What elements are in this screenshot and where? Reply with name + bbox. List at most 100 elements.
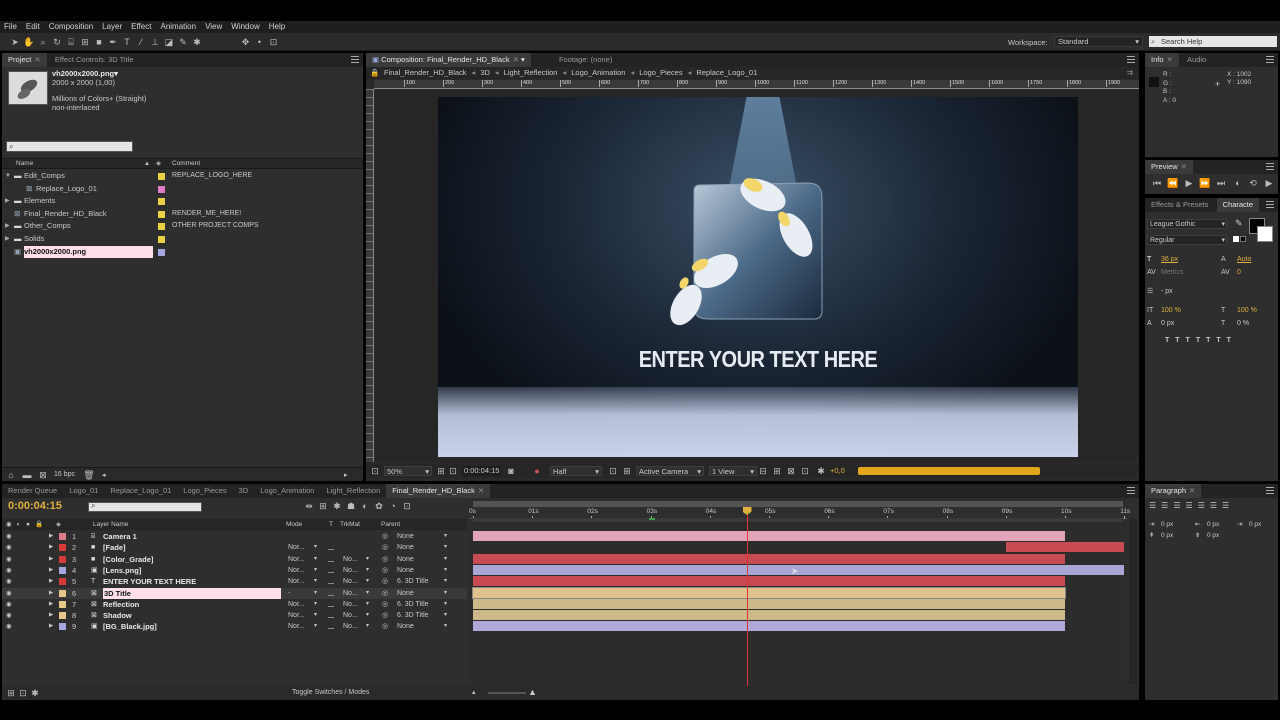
show-channel-icon[interactable]: ● [530, 465, 544, 477]
col-layer-name[interactable]: Layer Name [93, 519, 128, 530]
trkmat-dropdown[interactable]: No... [343, 576, 358, 587]
parent-dropdown[interactable]: None [397, 588, 449, 599]
eyedropper-icon[interactable]: ✎ [1235, 218, 1243, 229]
layer-name[interactable]: Reflection [103, 599, 139, 610]
audio-col-icon[interactable]: ◖ [16, 519, 20, 530]
tab-character[interactable]: Characte [1216, 198, 1260, 212]
disclosure-triangle-icon[interactable]: ▶ [5, 233, 10, 246]
close-icon[interactable]: ✕ [1181, 162, 1187, 171]
puppet-tool-icon[interactable]: ✱ [190, 36, 204, 48]
last-frame-icon[interactable]: ⏭ [1213, 177, 1229, 189]
layer-duration-bar[interactable] [473, 598, 1065, 609]
alignment-buttons[interactable]: ☰☰☰☰☰☰☰ [1149, 501, 1234, 510]
font-family-dropdown[interactable]: League Gothic ▾ [1147, 219, 1227, 229]
close-icon[interactable]: ✕ [478, 486, 484, 495]
vertical-scale-value[interactable]: 100 % [1161, 305, 1181, 318]
chevron-down-icon[interactable]: ▾ [444, 621, 447, 632]
exposure-value[interactable]: +0,0 [830, 464, 845, 478]
disclosure-triangle-icon[interactable]: ▼ [5, 170, 11, 183]
zoom-dropdown[interactable]: 50% ▾ [384, 466, 432, 476]
tab-project[interactable]: Project ✕ [2, 53, 47, 67]
preserve-transparency-box[interactable] [328, 571, 334, 573]
tab-light-reflection[interactable]: Light_Reflection [320, 484, 386, 498]
indent-first-value[interactable]: 0 px [1249, 519, 1261, 530]
tab-logo-animation[interactable]: Logo_Animation [254, 484, 320, 498]
interpret-footage-icon[interactable]: ⌂ [4, 469, 18, 481]
ram-preview-icon[interactable]: ▶ [1261, 177, 1277, 189]
playhead[interactable] [742, 507, 752, 686]
layer-row[interactable]: ◉ ▶ 1 ⌸ Camera 1 ◎ None ▾ [2, 531, 467, 542]
chevron-down-icon[interactable]: ▾ [314, 554, 317, 565]
toggle-switches-modes[interactable]: Toggle Switches / Modes [292, 689, 369, 696]
breadcrumb-item[interactable]: Final_Render_HD_Black [384, 68, 467, 77]
text-style-buttons[interactable]: TTTTTTT [1147, 335, 1277, 348]
flowchart-icon[interactable]: ⊡ [798, 465, 812, 477]
menu-edit[interactable]: Edit [26, 22, 40, 31]
scroll-right-icon[interactable]: ▸ [344, 471, 348, 479]
chevron-down-icon[interactable]: ▾ [314, 588, 317, 599]
fast-preview-icon[interactable]: ⊞ [770, 465, 784, 477]
chevron-down-icon[interactable]: ▾ [314, 576, 317, 587]
panel-menu-icon[interactable] [1266, 163, 1274, 170]
view-layout-dropdown[interactable]: 1 View ▾ [709, 466, 757, 476]
project-item[interactable]: ▼ ▬ Edit_Comps REPLACE_LOGO_HERE [2, 170, 363, 183]
label-color-swatch[interactable] [158, 198, 165, 206]
comp-mini-flowchart-icon[interactable]: ⇹ [302, 500, 316, 512]
loop-icon[interactable]: ⟲ [1245, 177, 1261, 189]
menu-help[interactable]: Help [269, 22, 285, 31]
chevron-down-icon[interactable]: ▾ [519, 55, 525, 64]
zoom-slider[interactable] [488, 692, 526, 694]
timeline-scrollbar[interactable] [1129, 518, 1137, 684]
shy-layers-icon[interactable]: ✱ [330, 500, 344, 512]
eye-icon[interactable]: ◉ [6, 576, 12, 587]
space-after-value[interactable]: 0 px [1207, 530, 1219, 541]
label-col-icon[interactable]: ◈ [56, 519, 61, 530]
auto-keyframe-icon[interactable]: ◔ [386, 500, 400, 512]
hand-tool-icon[interactable]: ✋ [22, 36, 36, 48]
panel-menu-icon[interactable] [1127, 56, 1135, 63]
pickwhip-icon[interactable]: ◎ [382, 576, 388, 587]
pickwhip-icon[interactable]: ◎ [382, 610, 388, 621]
disclosure-triangle-icon[interactable]: ▶ [49, 621, 53, 632]
layer-name[interactable]: [Color_Grade] [103, 554, 153, 565]
breadcrumb-item[interactable]: Logo_Pieces [639, 68, 682, 77]
resolution-dropdown[interactable]: Half ▾ [550, 466, 602, 476]
snapshot-icon[interactable]: ◙ [504, 465, 518, 477]
tab-logo-01[interactable]: Logo_01 [63, 484, 104, 498]
layer-name[interactable]: [Fade] [103, 542, 126, 553]
layer-duration-bar[interactable] [473, 621, 1065, 632]
parent-dropdown[interactable]: 6. 3D Title [397, 599, 449, 610]
preserve-transparency-box[interactable] [328, 549, 334, 551]
in-out-panes-icon[interactable]: ✱ [28, 687, 42, 699]
scroll-left-icon[interactable]: ◂ [102, 471, 106, 479]
black-swatch[interactable] [1240, 236, 1246, 242]
white-swatch[interactable] [1233, 236, 1239, 242]
chevron-down-icon[interactable]: ▾ [366, 599, 369, 610]
close-icon[interactable]: ✕ [1189, 486, 1195, 495]
eye-icon[interactable]: ◉ [6, 565, 12, 576]
breadcrumb-item[interactable]: Light_Reflection [504, 68, 558, 77]
tab-replace-logo-01[interactable]: Replace_Logo_01 [104, 484, 177, 498]
pan-behind-tool-icon[interactable]: ⊞ [78, 36, 92, 48]
layer-row[interactable]: ◉ ▶ 8 ⊠ Shadow Nor... ▾ No... ▾ ◎ 6. 3D Title ▾ [2, 610, 467, 621]
label-color-swatch[interactable] [59, 578, 66, 586]
layer-name[interactable]: [Lens.png] [103, 565, 141, 576]
preserve-transparency-box[interactable] [328, 628, 334, 630]
audio-icon[interactable]: ◖ [1229, 177, 1245, 189]
panel-menu-icon[interactable] [1127, 487, 1135, 494]
rotate-tool-icon[interactable]: ↻ [50, 36, 64, 48]
project-item[interactable]: ⊠ Replace_Logo_01 [2, 183, 363, 196]
exposure-reset-icon[interactable]: ✱ [814, 465, 828, 477]
selection-tool-icon[interactable]: ➤ [8, 36, 22, 48]
brush-tool-icon[interactable]: ⁄ [134, 36, 148, 48]
project-item[interactable]: ▶ ▬ Other_Comps OTHER PROJECT COMPS [2, 220, 363, 233]
usage-dropdown[interactable]: ▾ [114, 69, 118, 78]
frame-blending-icon[interactable]: ☗ [344, 500, 358, 512]
trkmat-dropdown[interactable]: No... [343, 588, 358, 599]
panel-menu-icon[interactable] [351, 56, 359, 63]
trkmat-dropdown[interactable]: No... [343, 610, 358, 621]
region-of-interest-icon[interactable]: ⊡ [606, 465, 620, 477]
roto-tool-icon[interactable]: ✎ [176, 36, 190, 48]
workspace-dropdown[interactable]: Standard ▾ [1054, 36, 1143, 47]
eye-icon[interactable]: ◉ [6, 531, 12, 542]
